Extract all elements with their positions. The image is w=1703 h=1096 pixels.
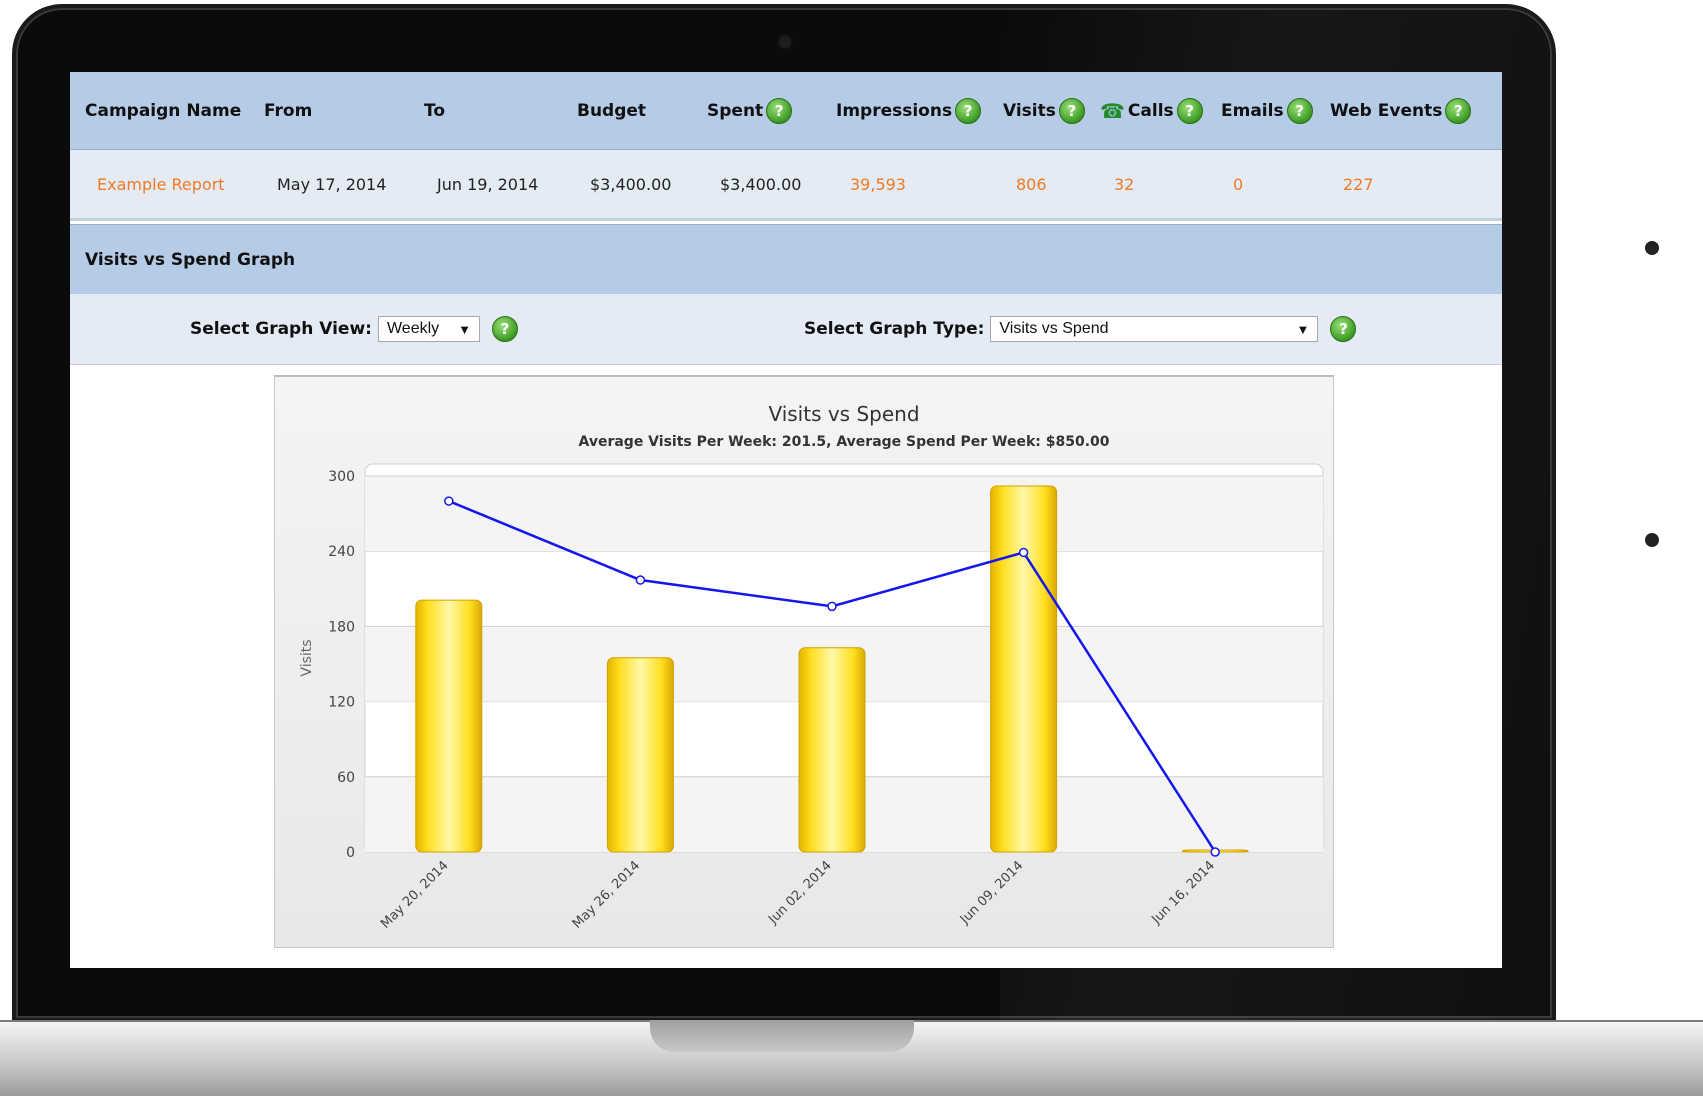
- graph-type-select[interactable]: Visits vs Spend ▼: [990, 316, 1319, 342]
- graph-type-control: Select Graph Type: Visits vs Spend ▼ ?: [804, 294, 1357, 364]
- help-icon[interactable]: ?: [1445, 97, 1472, 124]
- cell-visits[interactable]: 806: [1016, 150, 1047, 218]
- campaign-name-link[interactable]: Example Report: [97, 150, 225, 218]
- visits-vs-spend-chart: Visits vs Spend Average Visits Per Week:…: [274, 375, 1334, 948]
- line-point[interactable]: [827, 601, 837, 612]
- chevron-down-icon: ▼: [1296, 321, 1310, 337]
- graph-view-label: Select Graph View:: [190, 319, 372, 339]
- graph-section-title: Visits vs Spend Graph: [85, 250, 296, 270]
- bar[interactable]: [798, 647, 866, 853]
- bullet-marker: [1645, 241, 1659, 255]
- bar[interactable]: [415, 599, 483, 853]
- header-campaign-name: Campaign Name: [85, 100, 242, 121]
- graph-view-control: Select Graph View: Weekly ▼ ?: [190, 294, 518, 364]
- help-icon[interactable]: ?: [491, 316, 518, 342]
- chart-svg: Visits vs Spend Average Visits Per Week:…: [299, 402, 1324, 932]
- graph-controls: Select Graph View: Weekly ▼ ? Select Gra…: [70, 294, 1502, 365]
- help-icon[interactable]: ?: [1058, 97, 1085, 124]
- graph-type-label: Select Graph Type:: [804, 319, 985, 339]
- help-icon[interactable]: ?: [766, 97, 793, 124]
- x-tick-label: Jun 16, 2014: [1148, 858, 1218, 928]
- cell-from: May 17, 2014: [277, 174, 387, 194]
- header-calls: ☎ Calls?: [1100, 72, 1203, 149]
- graph-section-header: Visits vs Spend Graph: [70, 224, 1502, 296]
- line-point[interactable]: [1018, 547, 1029, 558]
- cell-impressions[interactable]: 39,593: [850, 150, 906, 218]
- help-icon[interactable]: ?: [1176, 97, 1203, 124]
- graph-view-select[interactable]: Weekly ▼: [377, 316, 480, 342]
- header-from: From: [264, 100, 313, 121]
- cell-calls[interactable]: 32: [1114, 150, 1134, 218]
- x-tick-label: May 26, 2014: [570, 858, 643, 931]
- y-tick-label: 300: [328, 469, 355, 485]
- y-tick-label: 240: [328, 544, 355, 560]
- y-tick-label: 60: [337, 770, 355, 786]
- help-icon[interactable]: ?: [955, 97, 982, 124]
- header-spent: Spent?: [707, 72, 793, 149]
- help-icon[interactable]: ?: [1330, 316, 1357, 342]
- y-tick-label: 120: [328, 695, 355, 711]
- cell-emails[interactable]: 0: [1233, 150, 1243, 218]
- x-tick-labels: May 20, 2014 May 26, 2014 Jun 02, 2014 Jun …: [378, 858, 1218, 931]
- table-header: Campaign Name From To Budget Spent? Impr…: [70, 72, 1502, 150]
- help-icon[interactable]: ?: [1286, 97, 1313, 124]
- cell-web-events[interactable]: 227: [1343, 150, 1374, 218]
- header-web-events: Web Events?: [1330, 72, 1472, 149]
- table-row: Example Report May 17, 2014 Jun 19, 2014…: [70, 150, 1502, 221]
- camera-icon: [779, 36, 791, 48]
- line-point[interactable]: [444, 496, 454, 506]
- line-point[interactable]: [1210, 847, 1220, 857]
- header-emails: Emails?: [1221, 72, 1313, 149]
- bullet-marker: [1645, 533, 1659, 547]
- x-tick-label: Jun 09, 2014: [957, 858, 1027, 928]
- cell-budget: $3,400.00: [590, 174, 672, 194]
- x-tick-label: May 20, 2014: [378, 858, 451, 931]
- laptop-notch: [650, 1020, 914, 1052]
- chart-title: Visits vs Spend: [768, 402, 919, 426]
- line-point[interactable]: [635, 575, 646, 585]
- y-tick-label: 180: [328, 619, 355, 635]
- bar[interactable]: [990, 485, 1058, 853]
- grid-band: [365, 476, 1323, 552]
- phone-icon: ☎: [1100, 98, 1125, 123]
- y-tick-labels: 0 60 120 180 240 300: [328, 469, 355, 861]
- chevron-down-icon: ▼: [458, 321, 471, 337]
- cell-spent: $3,400.00: [720, 174, 802, 194]
- header-budget: Budget: [577, 100, 647, 121]
- header-visits: Visits?: [1003, 72, 1085, 149]
- cell-to: Jun 19, 2014: [437, 174, 539, 194]
- bar[interactable]: [606, 657, 674, 853]
- header-to: To: [424, 100, 446, 121]
- y-axis-label: Visits: [299, 639, 315, 676]
- y-tick-label: 0: [346, 845, 355, 861]
- chart-subtitle: Average Visits Per Week: 201.5, Average …: [578, 434, 1109, 450]
- header-impressions: Impressions?: [836, 72, 982, 149]
- x-tick-label: Jun 02, 2014: [765, 858, 835, 928]
- report-screen: Campaign Name From To Budget Spent? Impr…: [70, 72, 1502, 968]
